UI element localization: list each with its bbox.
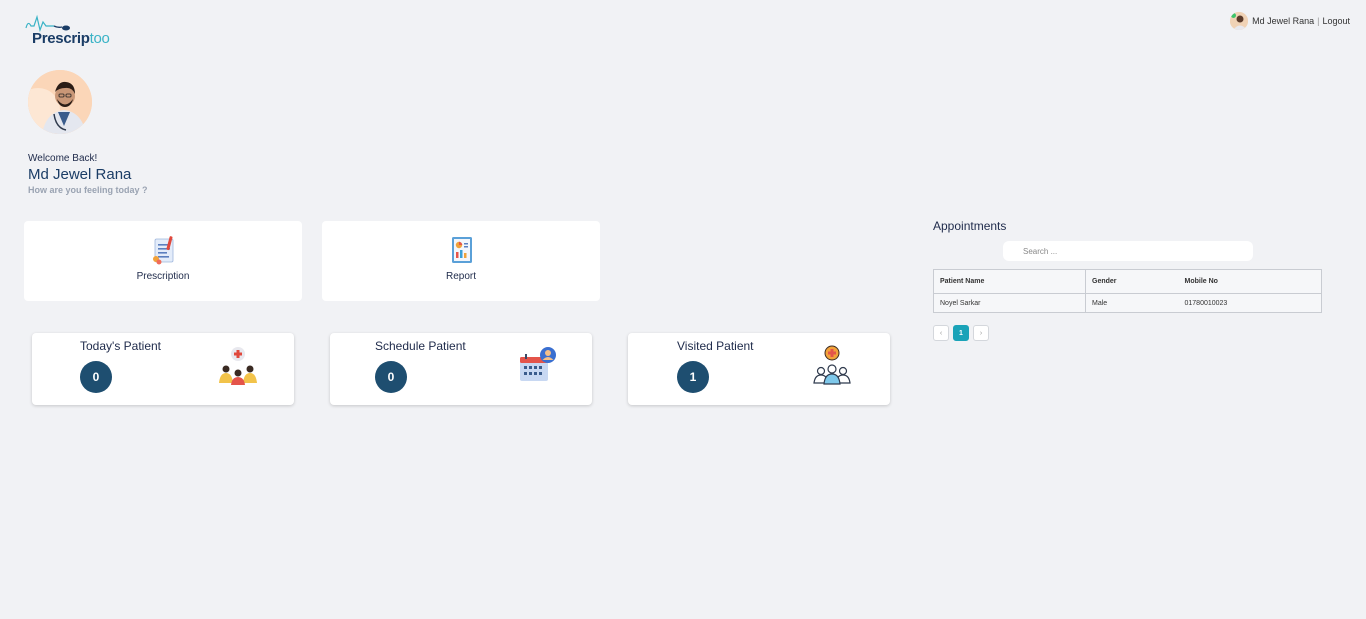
- page-button-current[interactable]: 1: [953, 325, 969, 341]
- brand-name: Prescriptoo: [32, 30, 110, 47]
- cell-patient-name: Noyel Sarkar: [933, 293, 1086, 313]
- profile-avatar: [28, 70, 92, 134]
- column-header-gender[interactable]: Gender: [1085, 269, 1179, 294]
- user-menu: Md Jewel Rana | Logout: [1230, 12, 1350, 30]
- table-row[interactable]: Noyel Sarkar Male 01780010023: [933, 293, 1322, 313]
- stat-title: Schedule Patient: [375, 339, 466, 353]
- next-page-button[interactable]: ›: [973, 325, 989, 341]
- stat-count-badge: 0: [375, 361, 407, 393]
- column-header-mobile[interactable]: Mobile No: [1178, 269, 1322, 294]
- report-icon: [452, 237, 472, 263]
- pagination: ‹ 1 ›: [933, 325, 993, 341]
- user-avatar[interactable]: [1230, 12, 1249, 30]
- prev-page-button[interactable]: ‹: [933, 325, 949, 341]
- prescription-icon: [153, 236, 174, 265]
- appointments-title: Appointments: [933, 219, 1007, 233]
- todays-patient-card[interactable]: Today's Patient 0: [32, 333, 294, 405]
- doctor-name: Md Jewel Rana: [28, 166, 132, 183]
- cell-mobile: 01780010023: [1178, 293, 1322, 313]
- table-header-row: Patient Name Gender Mobile No: [933, 269, 1322, 294]
- patients-icon: [219, 347, 257, 385]
- column-header-patient-name[interactable]: Patient Name: [933, 269, 1086, 294]
- appointments-table: Patient Name Gender Mobile No Noyel Sark…: [933, 269, 1322, 313]
- stat-title: Today's Patient: [80, 339, 162, 353]
- schedule-patient-card[interactable]: Schedule Patient 0: [330, 333, 592, 405]
- stat-title: Visited Patient: [677, 339, 754, 353]
- calendar-icon: [520, 347, 556, 381]
- brand-logo[interactable]: Prescriptoo: [24, 14, 116, 48]
- header-user-name: Md Jewel Rana: [1252, 16, 1315, 26]
- report-label: Report: [445, 271, 476, 282]
- greeting-subtitle: How are you feeling today ?: [28, 185, 148, 195]
- logout-link[interactable]: Logout: [1322, 16, 1350, 26]
- cell-gender: Male: [1085, 293, 1179, 313]
- stat-count-badge: 1: [677, 361, 709, 393]
- prescription-card[interactable]: Prescription: [24, 221, 302, 301]
- group-icon: [813, 345, 851, 385]
- welcome-text: Welcome Back!: [28, 153, 98, 164]
- visited-patient-card[interactable]: Visited Patient 1: [628, 333, 890, 405]
- prescription-label: Prescription: [136, 271, 190, 282]
- header-separator: |: [1317, 16, 1320, 26]
- stat-count-badge: 0: [80, 361, 112, 393]
- appointments-search-input[interactable]: [1003, 241, 1253, 261]
- report-card[interactable]: Report: [322, 221, 600, 301]
